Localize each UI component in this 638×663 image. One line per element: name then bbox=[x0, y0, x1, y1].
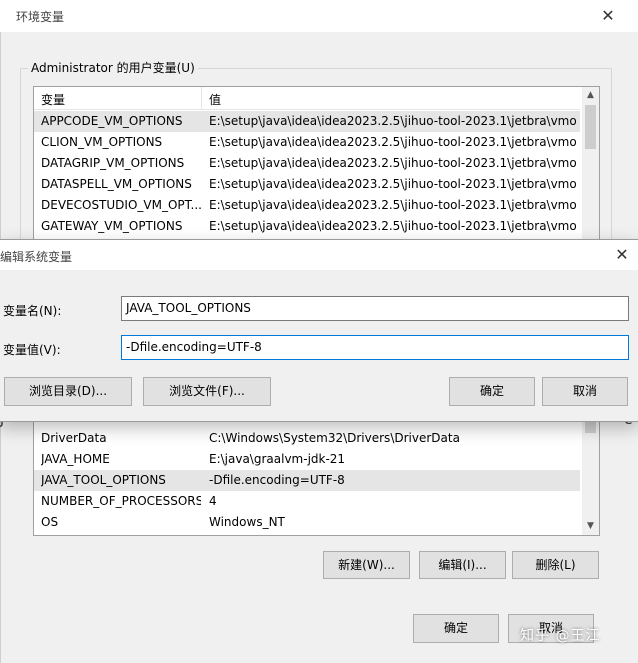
env-vars-titlebar bbox=[0, 0, 638, 32]
row-value: E:\setup\java\idea\idea2023.2.5\jihuo-to… bbox=[209, 198, 577, 212]
close-icon[interactable]: ✕ bbox=[612, 245, 632, 265]
row-name: JAVA_HOME bbox=[41, 452, 110, 466]
delete-button-label: 删除(L) bbox=[535, 558, 576, 572]
ok-button[interactable]: 确定 bbox=[449, 377, 535, 406]
browse-directory-button[interactable]: 浏览目录(D)... bbox=[4, 377, 132, 406]
var-value-label: 变量值(V): bbox=[3, 343, 61, 357]
scrollbar-thumb[interactable] bbox=[585, 105, 596, 149]
env-ok-button[interactable]: 确定 bbox=[413, 614, 499, 643]
env-vars-title: 环境变量 bbox=[16, 10, 65, 24]
watermark: 知乎 @王江 bbox=[520, 628, 601, 644]
chevron-down-icon[interactable]: ▼ bbox=[582, 518, 599, 535]
table-row[interactable]: DATASPELL_VM_OPTIONS E:\setup\java\idea\… bbox=[34, 174, 580, 195]
table-row[interactable]: JAVA_TOOL_OPTIONS -Dfile.encoding=UTF-8 bbox=[34, 470, 580, 491]
table-row[interactable]: JAVA_HOME E:\java\graalvm-jdk-21 bbox=[34, 449, 580, 470]
new-button[interactable]: 新建(W)... bbox=[323, 551, 410, 579]
edit-button[interactable]: 编辑(I)... bbox=[419, 551, 506, 579]
table-row[interactable]: APPCODE_VM_OPTIONS E:\setup\java\idea\id… bbox=[34, 111, 580, 132]
edit-system-var-dialog: 编辑系统变量 ✕ 变量名(N): JAVA_TOOL_OPTIONS 变量值(V… bbox=[0, 239, 638, 422]
ok-button-label: 确定 bbox=[479, 384, 504, 398]
table-row[interactable]: NUMBER_OF_PROCESSORS 4 bbox=[34, 491, 580, 512]
var-name-label: 变量名(N): bbox=[3, 304, 62, 318]
row-value: E:\setup\java\idea\idea2023.2.5\jihuo-to… bbox=[209, 114, 577, 128]
row-value: Windows_NT bbox=[209, 515, 285, 529]
row-value: E:\setup\java\idea\idea2023.2.5\jihuo-to… bbox=[209, 156, 577, 170]
edit-dialog-titlebar bbox=[0, 240, 638, 270]
row-name: DEVECOSTUDIO_VM_OPT... bbox=[41, 198, 201, 212]
var-value-field[interactable]: -Dfile.encoding=UTF-8 bbox=[121, 335, 629, 360]
row-value: E:\setup\java\idea\idea2023.2.5\jihuo-to… bbox=[209, 219, 577, 233]
row-name: NUMBER_OF_PROCESSORS bbox=[41, 494, 201, 508]
browse-file-button[interactable]: 浏览文件(F)... bbox=[143, 377, 271, 406]
table-row[interactable]: DEVECOSTUDIO_VM_OPT... E:\setup\java\ide… bbox=[34, 195, 580, 216]
row-value: 4 bbox=[209, 494, 217, 508]
table-row[interactable]: DATAGRIP_VM_OPTIONS E:\setup\java\idea\i… bbox=[34, 153, 580, 174]
row-name: CLION_VM_OPTIONS bbox=[41, 135, 163, 149]
column-header-value[interactable]: 值 bbox=[209, 91, 221, 108]
row-name: DATASPELL_VM_OPTIONS bbox=[41, 177, 192, 191]
row-name: GATEWAY_VM_OPTIONS bbox=[41, 219, 183, 233]
user-vars-list[interactable]: 变量 值 APPCODE_VM_OPTIONS E:\setup\java\id… bbox=[33, 86, 600, 240]
system-list-scrollbar[interactable]: ▼ bbox=[582, 407, 599, 535]
cancel-button[interactable]: 取消 bbox=[542, 377, 628, 406]
close-icon[interactable]: ✕ bbox=[598, 6, 618, 26]
row-value: E:\setup\java\idea\idea2023.2.5\jihuo-to… bbox=[209, 177, 577, 191]
user-list-scrollbar[interactable]: ▲ bbox=[582, 87, 599, 239]
env-ok-label: 确定 bbox=[443, 621, 468, 635]
chevron-up-icon[interactable]: ▲ bbox=[582, 87, 599, 104]
list-header: 变量 值 bbox=[34, 87, 580, 110]
var-name-field[interactable]: JAVA_TOOL_OPTIONS bbox=[121, 296, 629, 321]
browse-file-label: 浏览文件(F)... bbox=[169, 384, 245, 398]
table-row[interactable]: DriverData C:\Windows\System32\Drivers\D… bbox=[34, 428, 580, 449]
row-name: OS bbox=[41, 515, 59, 529]
table-row[interactable]: CLION_VM_OPTIONS E:\setup\java\idea\idea… bbox=[34, 132, 580, 153]
column-divider[interactable] bbox=[201, 87, 202, 109]
cancel-button-label: 取消 bbox=[572, 384, 597, 398]
table-row[interactable]: GATEWAY_VM_OPTIONS E:\setup\java\idea\id… bbox=[34, 216, 580, 237]
new-button-label: 新建(W)... bbox=[338, 558, 395, 572]
row-name: JAVA_TOOL_OPTIONS bbox=[41, 473, 166, 487]
row-value: -Dfile.encoding=UTF-8 bbox=[209, 473, 345, 487]
system-vars-list[interactable]: DriverData C:\Windows\System32\Drivers\D… bbox=[33, 406, 600, 536]
user-vars-group-label: Administrator 的用户变量(U) bbox=[28, 59, 198, 76]
row-name: APPCODE_VM_OPTIONS bbox=[41, 114, 183, 128]
row-value: E:\java\graalvm-jdk-21 bbox=[209, 452, 346, 466]
table-row[interactable]: OS Windows_NT bbox=[34, 512, 580, 533]
column-header-name[interactable]: 变量 bbox=[41, 91, 65, 108]
row-name: DATAGRIP_VM_OPTIONS bbox=[41, 156, 185, 170]
edit-dialog-title: 编辑系统变量 bbox=[0, 250, 73, 264]
row-name: DriverData bbox=[41, 431, 107, 445]
edit-button-label: 编辑(I)... bbox=[438, 558, 487, 572]
row-value: E:\setup\java\idea\idea2023.2.5\jihuo-to… bbox=[209, 135, 577, 149]
delete-button[interactable]: 删除(L) bbox=[512, 551, 599, 579]
browse-directory-label: 浏览目录(D)... bbox=[28, 384, 108, 398]
row-value: C:\Windows\System32\Drivers\DriverData bbox=[209, 431, 460, 445]
